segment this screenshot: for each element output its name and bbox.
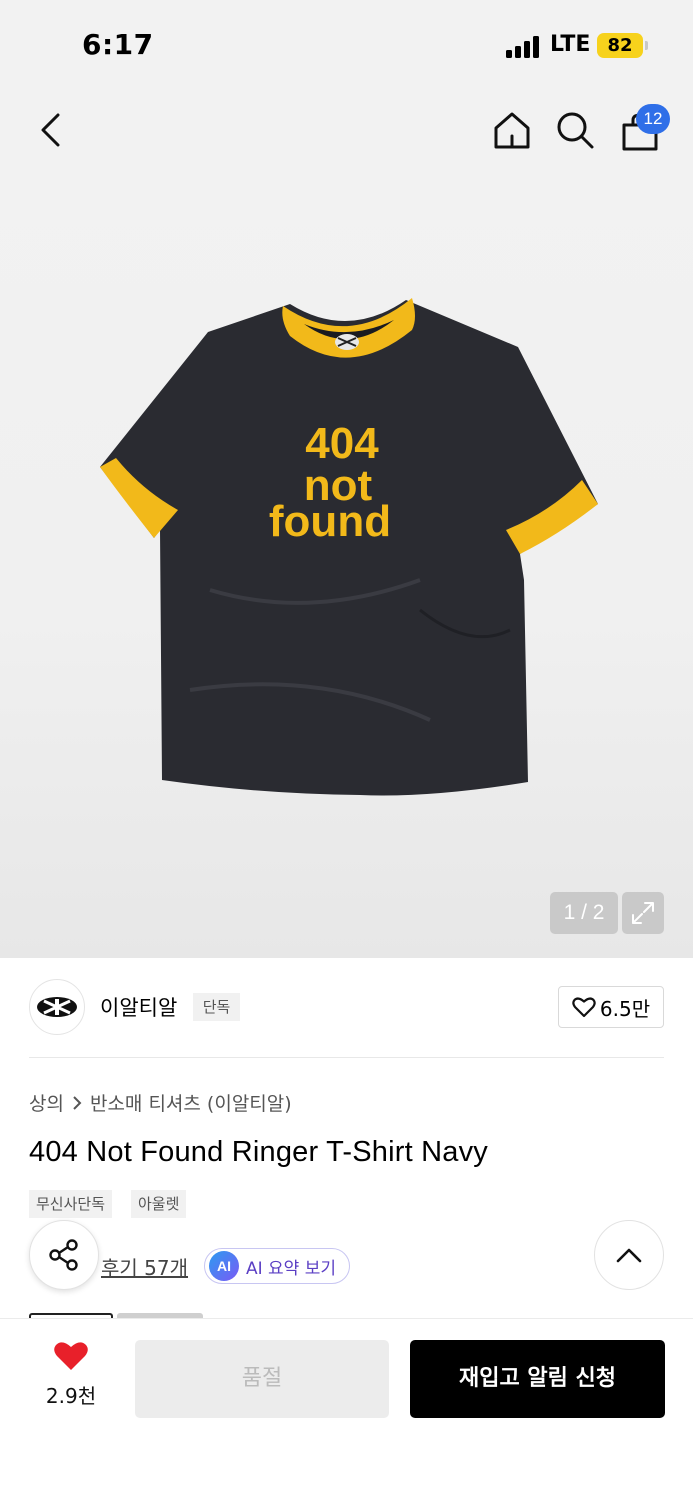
chevron-up-icon <box>616 1248 642 1263</box>
back-button[interactable] <box>28 108 72 152</box>
ai-icon: AI <box>209 1251 239 1281</box>
heart-filled-icon <box>54 1342 88 1370</box>
status-time: 6:17 <box>82 28 154 61</box>
breadcrumb: 상의 반소매 티셔츠 (이알티알) <box>29 1089 292 1116</box>
breadcrumb-subcategory[interactable]: 반소매 티셔츠 (이알티알) <box>90 1089 292 1116</box>
soldout-button[interactable]: 품절 <box>135 1340 389 1418</box>
home-button[interactable] <box>490 108 534 152</box>
brand-logo-icon <box>37 997 77 1017</box>
tag-outlet: 아울렛 <box>131 1190 187 1218</box>
tag-musinsa-exclusive: 무신사단독 <box>29 1190 113 1218</box>
signal-icon <box>506 36 544 58</box>
wish-count: 2.9천 <box>45 1384 97 1408</box>
expand-icon <box>632 902 654 924</box>
search-button[interactable] <box>553 108 597 152</box>
brand-like-button[interactable]: 6.5만 <box>558 986 664 1028</box>
product-title: 404 Not Found Ringer T-Shirt Navy <box>29 1136 489 1168</box>
ai-summary-button[interactable]: AI AI 요약 보기 <box>204 1248 350 1284</box>
network-type: LTE <box>550 32 591 57</box>
scroll-top-button[interactable] <box>594 1220 664 1290</box>
divider <box>29 1057 664 1058</box>
back-icon <box>41 113 60 147</box>
share-icon <box>49 1239 78 1271</box>
heart-outline-icon <box>572 997 596 1018</box>
ai-summary-label: AI 요약 보기 <box>246 1258 337 1279</box>
product-image: 404 not found <box>100 298 598 796</box>
exclusive-tag: 단독 <box>193 993 240 1021</box>
restock-alert-button[interactable]: 재입고 알림 신청 <box>410 1340 665 1418</box>
image-counter: 1 / 2 <box>550 892 618 934</box>
brand-logo[interactable] <box>29 979 85 1035</box>
brand-name[interactable]: 이알티알 <box>100 992 177 1022</box>
expand-button[interactable] <box>622 892 664 934</box>
wish-button[interactable]: 2.9천 <box>36 1340 106 1416</box>
search-icon <box>557 112 594 149</box>
status-bar: 6:17 LTE 82 <box>0 0 693 92</box>
chevron-right-icon <box>73 1095 82 1110</box>
battery-tip <box>645 41 648 50</box>
breadcrumb-category[interactable]: 상의 <box>29 1089 64 1116</box>
shirt-print-line-3: found <box>269 497 391 546</box>
home-icon <box>494 112 530 149</box>
cart-badge: 12 <box>636 104 670 134</box>
brand-like-count: 6.5만 <box>599 996 651 1021</box>
share-button[interactable] <box>29 1220 99 1290</box>
review-link[interactable]: 후기 57개 <box>101 1252 188 1281</box>
battery-icon: 82 <box>597 33 643 58</box>
